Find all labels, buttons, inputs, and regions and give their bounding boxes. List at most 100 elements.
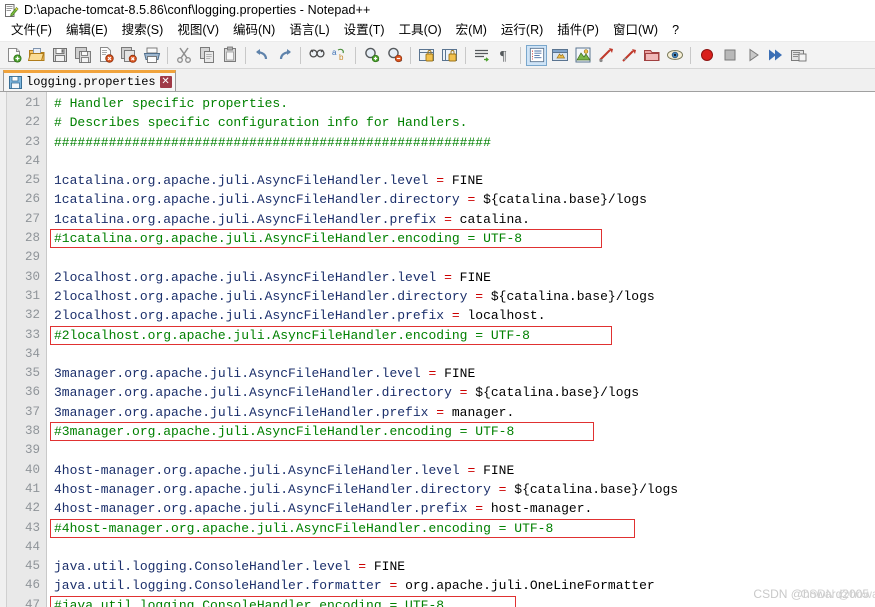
code-line[interactable]: 3manager.org.apache.juli.AsyncFileHandle… bbox=[54, 383, 875, 402]
close-icon[interactable]: ✕ bbox=[159, 76, 172, 88]
menu-help[interactable]: ? bbox=[665, 21, 686, 40]
redo-icon[interactable] bbox=[274, 45, 295, 66]
monitor-icon[interactable] bbox=[664, 45, 685, 66]
macro-save-icon[interactable] bbox=[788, 45, 809, 66]
menu-run[interactable]: 运行(R) bbox=[494, 21, 550, 40]
menu-language[interactable]: 语言(L) bbox=[282, 21, 336, 40]
close-all-icon[interactable] bbox=[118, 45, 139, 66]
menu-macro[interactable]: 宏(M) bbox=[449, 21, 494, 40]
code-line[interactable]: 4host-manager.org.apache.juli.AsyncFileH… bbox=[54, 461, 875, 480]
property-key: 4host-manager.org.apache.juli.AsyncFileH… bbox=[54, 501, 468, 517]
menu-tools[interactable]: 工具(O) bbox=[392, 21, 449, 40]
copy-icon[interactable] bbox=[196, 45, 217, 66]
property-key: 3manager.org.apache.juli.AsyncFileHandle… bbox=[54, 385, 452, 401]
code-line[interactable]: #1catalina.org.apache.juli.AsyncFileHand… bbox=[50, 229, 875, 249]
line-number: 47 bbox=[24, 597, 40, 607]
sync-horizontal-scroll-icon[interactable] bbox=[439, 45, 460, 66]
code-line[interactable]: 4host-manager.org.apache.juli.AsyncFileH… bbox=[54, 480, 875, 499]
toolbar-separator bbox=[410, 46, 411, 64]
code-line[interactable] bbox=[54, 441, 875, 460]
menu-settings[interactable]: 设置(T) bbox=[337, 21, 392, 40]
replace-icon[interactable]: a b bbox=[329, 45, 350, 66]
tab-bar: logging.properties ✕ bbox=[0, 69, 875, 92]
folder-as-workspace-icon[interactable] bbox=[641, 45, 662, 66]
function-list-icon[interactable] bbox=[618, 45, 639, 66]
code-area[interactable]: # Handler specific properties. # Describe… bbox=[47, 92, 875, 607]
menu-search[interactable]: 搜索(S) bbox=[115, 21, 171, 40]
ui-style-icon[interactable] bbox=[549, 45, 570, 66]
cut-icon[interactable] bbox=[173, 45, 194, 66]
show-all-characters-icon[interactable]: ¶ bbox=[494, 45, 515, 66]
code-line[interactable]: 3manager.org.apache.juli.AsyncFileHandle… bbox=[54, 403, 875, 422]
open-file-icon[interactable] bbox=[26, 45, 47, 66]
code-line[interactable]: java.util.logging.ConsoleHandler.formatt… bbox=[54, 576, 875, 595]
find-icon[interactable] bbox=[306, 45, 327, 66]
property-key: java.util.logging.ConsoleHandler.formatt… bbox=[54, 578, 382, 594]
menu-file[interactable]: 文件(F) bbox=[4, 21, 59, 40]
code-line[interactable]: ########################################… bbox=[54, 133, 875, 152]
watermark-text-duplicate: CSDN @howard2005 bbox=[800, 587, 875, 601]
code-line[interactable]: 3manager.org.apache.juli.AsyncFileHandle… bbox=[54, 364, 875, 383]
line-number: 30 bbox=[24, 269, 40, 284]
menu-plugins[interactable]: 插件(P) bbox=[550, 21, 606, 40]
macro-play-icon[interactable] bbox=[742, 45, 763, 66]
toolbar-separator bbox=[520, 46, 521, 64]
toolbar: a b ¶ bbox=[0, 42, 875, 69]
property-value: manager. bbox=[451, 404, 515, 420]
indent-guideline-icon[interactable] bbox=[526, 44, 547, 66]
code-line[interactable]: 2localhost.org.apache.juli.AsyncFileHand… bbox=[54, 287, 875, 306]
code-line[interactable] bbox=[54, 248, 875, 267]
print-icon[interactable] bbox=[141, 45, 162, 66]
save-icon[interactable] bbox=[49, 45, 70, 66]
comment-text: #4host-manager.org.apache.juli.AsyncFile… bbox=[54, 520, 554, 536]
editor[interactable]: 21 22 23 24 25 26 27 28 29 30 31 32 33 34 35 36 37 38 39 40… bbox=[0, 92, 875, 607]
property-value: ${catalina.base}/logs bbox=[514, 481, 679, 497]
code-line[interactable]: # Handler specific properties. bbox=[54, 94, 875, 113]
close-file-icon[interactable] bbox=[95, 45, 116, 66]
property-value: catalina. bbox=[459, 211, 530, 227]
equals-operator: = bbox=[459, 462, 484, 478]
word-wrap-icon[interactable] bbox=[471, 45, 492, 66]
menu-window[interactable]: 窗口(W) bbox=[606, 21, 665, 40]
sync-vertical-scroll-icon[interactable] bbox=[416, 45, 437, 66]
new-file-icon[interactable] bbox=[3, 45, 24, 66]
tab-logging-properties[interactable]: logging.properties ✕ bbox=[3, 70, 176, 91]
user-defined-language-icon[interactable] bbox=[572, 45, 593, 66]
code-line[interactable]: #3manager.org.apache.juli.AsyncFileHandl… bbox=[50, 422, 875, 442]
code-line[interactable]: 1catalina.org.apache.juli.AsyncFileHandl… bbox=[54, 171, 875, 190]
save-all-icon[interactable] bbox=[72, 45, 93, 66]
property-key: 1catalina.org.apache.juli.AsyncFileHandl… bbox=[54, 192, 460, 208]
line-number: 42 bbox=[24, 501, 40, 516]
menu-encoding[interactable]: 编码(N) bbox=[226, 21, 282, 40]
undo-icon[interactable] bbox=[251, 45, 272, 66]
code-line[interactable]: 1catalina.org.apache.juli.AsyncFileHandl… bbox=[54, 210, 875, 229]
line-number: 37 bbox=[24, 404, 40, 419]
menu-edit[interactable]: 编辑(E) bbox=[59, 21, 115, 40]
menu-view[interactable]: 视图(V) bbox=[170, 21, 226, 40]
code-line[interactable]: 1catalina.org.apache.juli.AsyncFileHandl… bbox=[54, 190, 875, 209]
code-line[interactable] bbox=[54, 345, 875, 364]
macro-playback-multiple-icon[interactable] bbox=[765, 45, 786, 66]
macro-stop-icon[interactable] bbox=[719, 45, 740, 66]
zoom-in-icon[interactable] bbox=[361, 45, 382, 66]
equals-operator: = bbox=[444, 308, 468, 324]
code-line[interactable]: #2localhost.org.apache.juli.AsyncFileHan… bbox=[50, 325, 875, 345]
paste-icon[interactable] bbox=[219, 45, 240, 66]
code-line[interactable]: #java.util.logging.ConsoleHandler.encodi… bbox=[50, 595, 875, 607]
code-line[interactable]: 2localhost.org.apache.juli.AsyncFileHand… bbox=[54, 268, 875, 287]
macro-record-icon[interactable] bbox=[696, 45, 717, 66]
code-line[interactable]: # Describes specific configuration info … bbox=[54, 113, 875, 132]
line-number: 38 bbox=[24, 424, 40, 439]
code-line[interactable]: #4host-manager.org.apache.juli.AsyncFile… bbox=[50, 518, 875, 538]
code-line[interactable] bbox=[54, 152, 875, 171]
code-line[interactable]: 2localhost.org.apache.juli.AsyncFileHand… bbox=[54, 306, 875, 325]
document-map-icon[interactable] bbox=[595, 45, 616, 66]
editor-left-margin bbox=[0, 92, 7, 607]
code-line[interactable] bbox=[54, 538, 875, 557]
code-line[interactable]: 4host-manager.org.apache.juli.AsyncFileH… bbox=[54, 499, 875, 518]
zoom-out-icon[interactable] bbox=[384, 45, 405, 66]
line-number: 28 bbox=[24, 231, 40, 246]
property-value: FINE bbox=[459, 269, 491, 285]
line-number: 46 bbox=[24, 578, 40, 593]
code-line[interactable]: java.util.logging.ConsoleHandler.level =… bbox=[54, 557, 875, 576]
